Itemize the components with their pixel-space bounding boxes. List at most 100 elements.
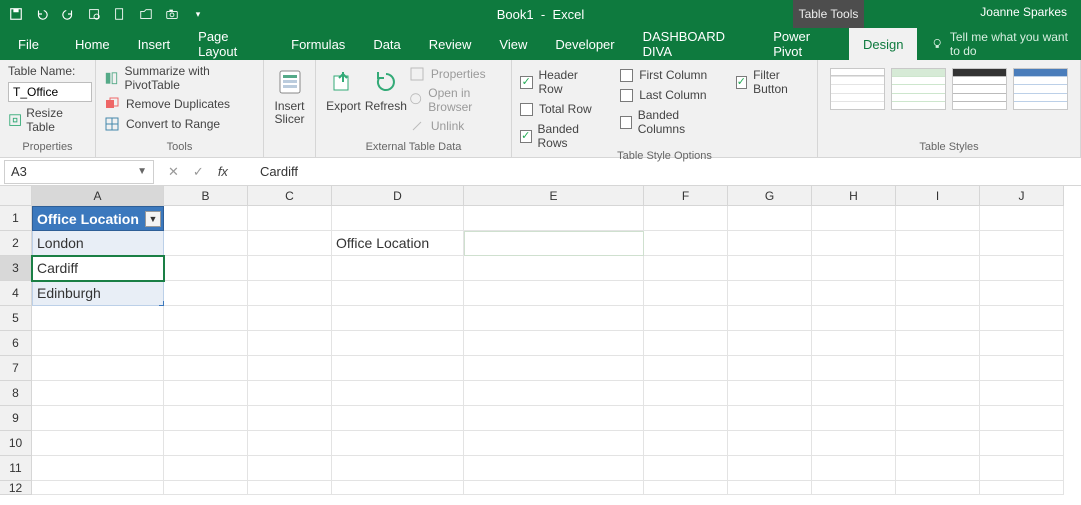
undo-icon[interactable] — [34, 6, 50, 22]
cell[interactable] — [164, 331, 248, 356]
print-preview-icon[interactable] — [86, 6, 102, 22]
cell[interactable] — [728, 431, 812, 456]
cell[interactable] — [896, 356, 980, 381]
cell[interactable] — [644, 406, 728, 431]
select-all-corner[interactable] — [0, 186, 32, 206]
cell[interactable] — [980, 356, 1064, 381]
cell-C4[interactable] — [248, 281, 332, 306]
cell[interactable] — [980, 456, 1064, 481]
export-button[interactable]: Export — [324, 64, 363, 134]
cell-G2[interactable] — [728, 231, 812, 256]
name-box[interactable]: A3 ▼ — [4, 160, 154, 184]
cell-G3[interactable] — [728, 256, 812, 281]
cell[interactable] — [896, 331, 980, 356]
cell[interactable] — [248, 481, 332, 495]
cell[interactable] — [896, 381, 980, 406]
cell[interactable] — [896, 406, 980, 431]
cell-E1[interactable] — [464, 206, 644, 231]
chk-first-column[interactable]: First Column — [620, 68, 717, 82]
cell[interactable] — [164, 406, 248, 431]
tab-home[interactable]: Home — [61, 28, 124, 60]
cell[interactable] — [332, 331, 464, 356]
cell-I2[interactable] — [896, 231, 980, 256]
cell[interactable] — [32, 431, 164, 456]
cell[interactable] — [164, 381, 248, 406]
style-thumb[interactable] — [891, 68, 946, 110]
cell[interactable] — [248, 456, 332, 481]
cell[interactable] — [32, 331, 164, 356]
cell[interactable] — [644, 456, 728, 481]
col-header-D[interactable]: D — [332, 186, 464, 206]
col-header-B[interactable]: B — [164, 186, 248, 206]
cell-H4[interactable] — [812, 281, 896, 306]
table-styles-gallery[interactable] — [826, 64, 1072, 110]
cell[interactable] — [896, 306, 980, 331]
cell[interactable] — [164, 306, 248, 331]
cell[interactable] — [332, 456, 464, 481]
cell-H2[interactable] — [812, 231, 896, 256]
cancel-icon[interactable]: ✕ — [168, 164, 179, 180]
cell[interactable] — [980, 431, 1064, 456]
tab-data[interactable]: Data — [359, 28, 414, 60]
cell[interactable] — [164, 431, 248, 456]
cell-D2[interactable]: Office Location — [332, 231, 464, 256]
cell-F4[interactable] — [644, 281, 728, 306]
cell-I3[interactable] — [896, 256, 980, 281]
cell-I1[interactable] — [896, 206, 980, 231]
new-icon[interactable] — [112, 6, 128, 22]
col-header-G[interactable]: G — [728, 186, 812, 206]
cell-D4[interactable] — [332, 281, 464, 306]
style-thumb[interactable] — [952, 68, 1007, 110]
col-header-A[interactable]: A — [32, 186, 164, 206]
cell-A3[interactable]: Cardiff — [32, 256, 164, 281]
cell[interactable] — [896, 431, 980, 456]
cell[interactable] — [728, 331, 812, 356]
cell[interactable] — [980, 481, 1064, 495]
chk-banded-columns[interactable]: Banded Columns — [620, 108, 717, 136]
cell-H1[interactable] — [812, 206, 896, 231]
cell[interactable] — [980, 381, 1064, 406]
cell[interactable] — [164, 481, 248, 495]
cell[interactable] — [728, 481, 812, 495]
row-header-6[interactable]: 6 — [0, 331, 32, 356]
tab-formulas[interactable]: Formulas — [277, 28, 359, 60]
cell[interactable] — [332, 406, 464, 431]
col-header-J[interactable]: J — [980, 186, 1064, 206]
chk-banded-rows[interactable]: Banded Rows — [520, 122, 602, 150]
cell[interactable] — [248, 431, 332, 456]
cell-J1[interactable] — [980, 206, 1064, 231]
remove-duplicates-button[interactable]: Remove Duplicates — [104, 96, 255, 112]
tab-view[interactable]: View — [485, 28, 541, 60]
col-header-I[interactable]: I — [896, 186, 980, 206]
row-header-12[interactable]: 12 — [0, 481, 32, 495]
camera-icon[interactable] — [164, 6, 180, 22]
cell[interactable] — [812, 381, 896, 406]
tab-insert[interactable]: Insert — [124, 28, 185, 60]
chk-header-row[interactable]: Header Row — [520, 68, 602, 96]
tab-power-pivot[interactable]: Power Pivot — [759, 28, 849, 60]
cell-I4[interactable] — [896, 281, 980, 306]
tell-me-search[interactable]: Tell me what you want to do — [931, 30, 1081, 58]
cell[interactable] — [644, 331, 728, 356]
cell[interactable] — [644, 431, 728, 456]
cell-H3[interactable] — [812, 256, 896, 281]
style-thumb[interactable] — [830, 68, 885, 110]
insert-slicer-button[interactable]: Insert Slicer — [267, 64, 313, 126]
cell[interactable] — [644, 306, 728, 331]
cell-A4[interactable]: Edinburgh — [32, 281, 164, 306]
row-header-7[interactable]: 7 — [0, 356, 32, 381]
cell-E3[interactable] — [464, 256, 644, 281]
cell[interactable] — [464, 456, 644, 481]
cell[interactable] — [464, 331, 644, 356]
cell[interactable] — [464, 431, 644, 456]
style-thumb[interactable] — [1013, 68, 1068, 110]
cell[interactable] — [728, 456, 812, 481]
cell[interactable] — [164, 456, 248, 481]
cell[interactable] — [728, 406, 812, 431]
fx-icon[interactable]: fx — [218, 164, 228, 179]
cell[interactable] — [644, 381, 728, 406]
cell-J2[interactable] — [980, 231, 1064, 256]
row-header-2[interactable]: 2 — [0, 231, 32, 256]
cell-B1[interactable] — [164, 206, 248, 231]
cell[interactable] — [728, 306, 812, 331]
